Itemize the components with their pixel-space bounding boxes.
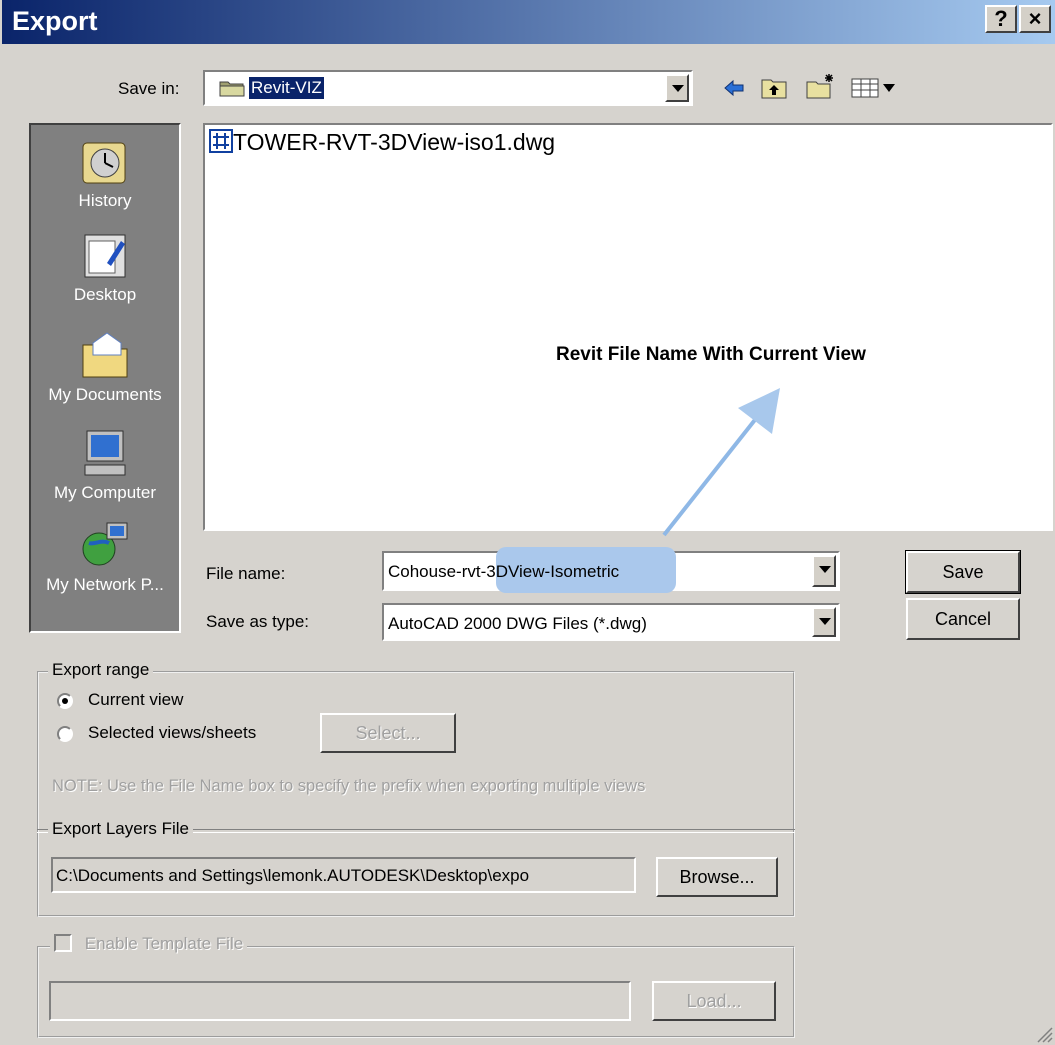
my-documents-icon bbox=[82, 332, 128, 378]
close-button[interactable]: × bbox=[1019, 5, 1051, 33]
browse-button[interactable]: Browse... bbox=[656, 857, 778, 897]
place-my-computer[interactable]: My Computer bbox=[31, 427, 179, 503]
folder-icon bbox=[219, 79, 245, 102]
save-in-combo[interactable]: Revit-VIZ bbox=[203, 70, 693, 106]
place-history[interactable]: History bbox=[31, 135, 179, 211]
list-item[interactable]: TOWER-RVT-3DView-iso1.dwg bbox=[209, 129, 555, 159]
dwg-file-icon bbox=[209, 129, 233, 159]
template-legend: Enable Template File bbox=[50, 934, 248, 954]
window-title: Export bbox=[12, 6, 98, 36]
select-button[interactable]: Select... bbox=[320, 713, 456, 753]
desktop-icon bbox=[84, 234, 126, 278]
file-name-value: Cohouse-rvt-3DView-Isometric bbox=[388, 562, 620, 581]
place-my-network-places[interactable]: My Network P... bbox=[31, 519, 179, 595]
place-label: Desktop bbox=[73, 285, 137, 304]
title-bar[interactable] bbox=[2, 0, 1055, 44]
enable-template-checkbox[interactable] bbox=[54, 934, 72, 952]
annotation-label: Revit File Name With Current View bbox=[556, 344, 866, 365]
place-my-documents[interactable]: My Documents bbox=[31, 329, 179, 405]
close-icon: × bbox=[1028, 6, 1042, 31]
places-bar: History Desktop My Documents My Computer… bbox=[29, 123, 181, 633]
export-layers-path-field[interactable]: C:\Documents and Settings\lemonk.AUTODES… bbox=[51, 857, 636, 893]
save-in-value: Revit-VIZ bbox=[249, 77, 324, 99]
file-name-text: TOWER-RVT-3DView-iso1.dwg bbox=[233, 129, 556, 155]
chevron-down-icon[interactable] bbox=[812, 555, 836, 587]
export-range-title: Export range bbox=[48, 660, 154, 680]
resize-grip-icon[interactable] bbox=[1035, 1025, 1053, 1043]
save-as-type-select[interactable]: AutoCAD 2000 DWG Files (*.dwg) bbox=[382, 603, 840, 641]
file-list[interactable]: TOWER-RVT-3DView-iso1.dwg bbox=[203, 123, 1053, 531]
save-button[interactable]: Save bbox=[905, 550, 1021, 594]
file-name-input[interactable]: Cohouse-rvt-3DView-Isometric bbox=[382, 547, 840, 593]
save-as-type-label: Save as type: bbox=[206, 612, 310, 631]
chevron-down-icon[interactable] bbox=[665, 74, 689, 102]
place-label: My Computer bbox=[53, 483, 157, 502]
current-view-radio[interactable] bbox=[57, 693, 73, 709]
save-as-type-value: AutoCAD 2000 DWG Files (*.dwg) bbox=[388, 614, 647, 633]
new-folder-icon[interactable] bbox=[805, 72, 837, 105]
selected-views-radio[interactable] bbox=[57, 726, 73, 742]
export-note: NOTE: Use the File Name box to specify t… bbox=[52, 777, 646, 795]
up-one-level-icon[interactable] bbox=[760, 76, 788, 105]
enable-template-label[interactable]: Enable Template File bbox=[85, 934, 243, 953]
cancel-button[interactable]: Cancel bbox=[906, 598, 1020, 640]
load-button[interactable]: Load... bbox=[652, 981, 776, 1021]
place-label: My Documents bbox=[48, 385, 162, 404]
place-desktop[interactable]: Desktop bbox=[31, 229, 179, 305]
back-icon[interactable] bbox=[722, 77, 746, 104]
my-network-places-icon bbox=[82, 522, 128, 566]
place-label: History bbox=[78, 191, 132, 210]
annotation-arrow-icon bbox=[662, 388, 780, 537]
file-name-label: File name: bbox=[206, 564, 286, 583]
my-computer-icon bbox=[84, 430, 126, 476]
place-label: My Network P... bbox=[46, 575, 164, 594]
help-button[interactable]: ? bbox=[985, 5, 1017, 33]
current-view-label[interactable]: Current view bbox=[88, 690, 183, 710]
history-icon bbox=[82, 142, 126, 184]
selected-views-label[interactable]: Selected views/sheets bbox=[88, 723, 256, 743]
chevron-down-icon[interactable] bbox=[812, 607, 836, 637]
template-path-field bbox=[49, 981, 631, 1021]
view-menu-icon[interactable] bbox=[850, 76, 902, 105]
save-in-label: Save in: bbox=[118, 79, 180, 98]
export-layers-path: C:\Documents and Settings\lemonk.AUTODES… bbox=[56, 866, 530, 885]
export-layers-title: Export Layers File bbox=[48, 819, 193, 839]
